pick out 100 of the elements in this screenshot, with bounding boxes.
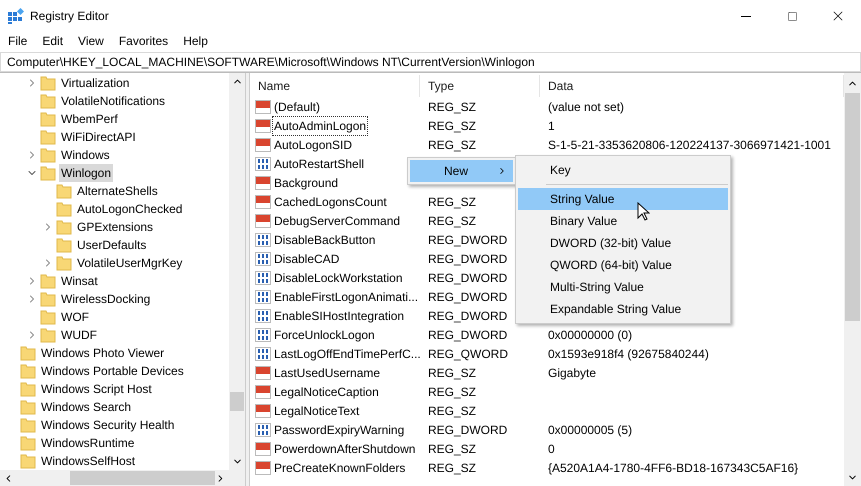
address-bar[interactable]: Computer\HKEY_LOCAL_MACHINE\SOFTWARE\Microsoft\Windows NT\CurrentVersion\Winlogon: [0, 52, 861, 72]
registry-editor-icon: [8, 8, 24, 24]
menu-item[interactable]: Help: [183, 32, 208, 50]
maximize-icon: [786, 10, 798, 22]
binary-value-icon: [255, 422, 271, 438]
folder-icon: [56, 255, 72, 271]
folder-icon: [40, 147, 56, 163]
string-value-icon: [255, 174, 271, 190]
string-value-icon: [255, 440, 271, 456]
value-name[interactable]: LastUsedUsername: [272, 362, 382, 382]
tree-item[interactable]: Windows Portable Devices: [39, 362, 186, 380]
menu-item[interactable]: Multi-String Value: [518, 276, 728, 298]
vertical-scrollbar[interactable]: [229, 73, 245, 470]
value-type: REG_SZ: [428, 138, 476, 152]
string-value-icon: [255, 194, 271, 210]
tree-item[interactable]: Virtualization: [59, 74, 132, 92]
value-name[interactable]: LegalNoticeText: [272, 400, 362, 420]
folder-icon: [40, 165, 56, 181]
folder-icon: [20, 435, 36, 451]
menu-item[interactable]: Binary Value: [518, 210, 728, 232]
value-name[interactable]: LastLogOffEndTimePerfC...: [272, 344, 423, 364]
value-type: REG_SZ: [428, 442, 476, 456]
string-value-icon: [255, 118, 271, 134]
value-name[interactable]: (Default): [272, 96, 322, 116]
value-type: REG_SZ: [428, 194, 476, 208]
value-name[interactable]: AutoRestartShell: [272, 154, 366, 174]
string-value-icon: [255, 384, 271, 400]
value-type: REG_DWORD: [428, 308, 508, 322]
string-value-icon: [255, 402, 271, 418]
value-data: (value not set): [548, 100, 624, 114]
value-data: 0x00000000 (0): [548, 328, 632, 342]
folder-icon: [40, 75, 56, 91]
vertical-scrollbar[interactable]: [844, 73, 861, 486]
tree-item[interactable]: Winlogon: [59, 164, 114, 182]
tree-item[interactable]: WindowsSelfHost: [39, 452, 138, 470]
value-name[interactable]: Background: [272, 172, 340, 192]
value-name[interactable]: PreCreateKnownFolders: [272, 458, 408, 478]
scrollbar-thumb[interactable]: [70, 471, 216, 485]
value-name[interactable]: PowerdownAfterShutdown: [272, 438, 418, 458]
tree-item[interactable]: GPExtensions: [75, 218, 156, 236]
scrollbar-thumb[interactable]: [230, 392, 244, 411]
menu-item[interactable]: Edit: [42, 32, 64, 50]
binary-value-icon: [255, 346, 271, 362]
value-name[interactable]: EnableSIHostIntegration: [272, 306, 406, 326]
tree-item[interactable]: Windows Photo Viewer: [39, 344, 166, 362]
menu-item[interactable]: New: [410, 160, 513, 182]
value-name[interactable]: DisableLockWorkstation: [272, 268, 405, 288]
menu-item[interactable]: Favorites: [118, 32, 168, 50]
tree-item[interactable]: WUDF: [59, 326, 99, 344]
scrollbar-thumb[interactable]: [845, 93, 860, 321]
tree-item[interactable]: Winsat: [59, 272, 100, 290]
menu-item[interactable]: QWORD (64-bit) Value: [518, 254, 728, 276]
tree-item[interactable]: Windows Script Host: [39, 380, 154, 398]
tree-item[interactable]: Windows Security Health: [39, 416, 176, 434]
value-data: 0: [548, 442, 555, 456]
tree-item[interactable]: WOF: [59, 308, 91, 326]
tree-item[interactable]: WindowsRuntime: [39, 434, 136, 452]
value-name[interactable]: AutoAdminLogon: [272, 116, 368, 136]
value-name[interactable]: AutoLogonSID: [272, 134, 354, 154]
value-name[interactable]: PasswordExpiryWarning: [272, 420, 406, 440]
tree-item[interactable]: AutoLogonChecked: [75, 200, 184, 218]
menu-item[interactable]: Key: [518, 159, 728, 181]
tree-item[interactable]: UserDefaults: [75, 236, 148, 254]
value-type: REG_SZ: [428, 404, 476, 418]
tree-item[interactable]: VolatileNotifications: [59, 92, 168, 110]
tree-item[interactable]: VolatileUserMgrKey: [75, 254, 184, 272]
menu-item[interactable]: Expandable String Value: [518, 298, 728, 320]
menu-item[interactable]: File: [8, 32, 28, 50]
value-name[interactable]: DisableCAD: [272, 248, 342, 268]
value-type: REG_DWORD: [428, 252, 508, 266]
menu-item[interactable]: View: [78, 32, 104, 50]
folder-icon: [40, 327, 56, 343]
value-data: S-1-5-21-3353620806-120224137-3066971421-1001: [548, 138, 831, 152]
menu-item[interactable]: String Value: [518, 188, 728, 210]
column-header[interactable]: Name: [250, 75, 420, 97]
value-data: 0x00000005 (5): [548, 422, 632, 436]
value-data: Gigabyte: [548, 366, 596, 380]
column-header[interactable]: Type: [420, 75, 540, 97]
value-name[interactable]: DebugServerCommand: [272, 210, 402, 230]
tree-item[interactable]: WiFiDirectAPI: [59, 128, 138, 146]
value-name[interactable]: EnableFirstLogonAnimati...: [272, 286, 420, 306]
binary-value-icon: [255, 250, 271, 266]
tree-item[interactable]: WbemPerf: [59, 110, 120, 128]
tree-item[interactable]: WirelessDocking: [59, 290, 152, 308]
value-name[interactable]: CachedLogonsCount: [272, 192, 389, 212]
tree-item[interactable]: Windows Search: [39, 398, 134, 416]
string-value-icon: [255, 212, 271, 228]
tree-item[interactable]: Windows: [59, 146, 112, 164]
tree-item[interactable]: AlternateShells: [75, 182, 160, 200]
horizontal-scrollbar[interactable]: [0, 470, 245, 486]
value-name[interactable]: DisableBackButton: [272, 230, 378, 250]
menu-item[interactable]: DWORD (32-bit) Value: [518, 232, 728, 254]
value-name[interactable]: ForceUnlockLogon: [272, 324, 377, 344]
value-data: 0x1593e918f4 (92675840244): [548, 346, 709, 360]
folder-icon: [40, 129, 56, 145]
folder-icon: [56, 219, 72, 235]
value-name[interactable]: LegalNoticeCaption: [272, 382, 381, 402]
value-type: REG_DWORD: [428, 422, 508, 436]
value-type: REG_SZ: [428, 100, 476, 114]
value-type: REG_SZ: [428, 460, 476, 474]
